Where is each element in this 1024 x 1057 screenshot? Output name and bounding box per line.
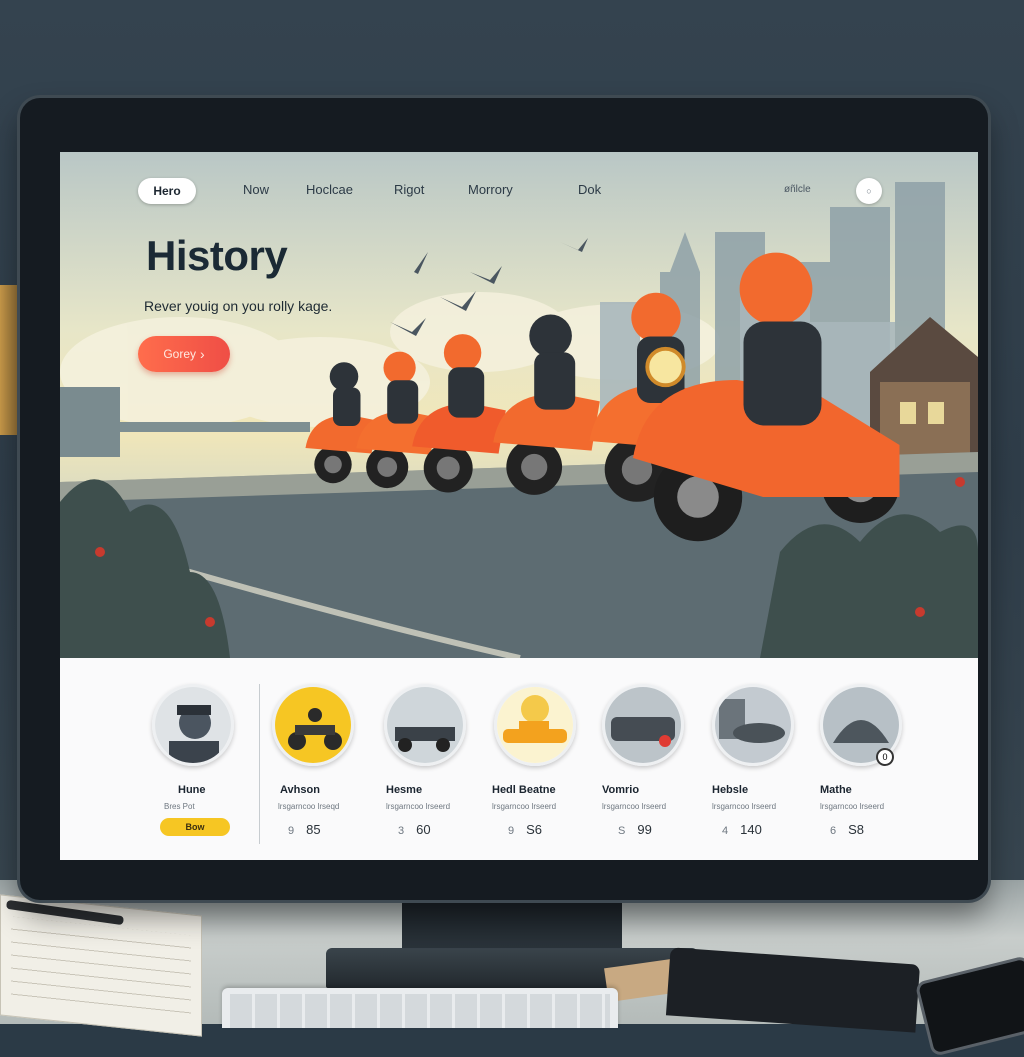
card-meta: lrsgarncoo lrseerd <box>820 802 885 811</box>
card-name: Avhson <box>280 784 320 796</box>
profile-card[interactable]: 0 Mathe lrsgarncoo lrseerd 6 S8 <box>820 658 930 860</box>
profile-cards-strip: Hune Bres Pot Bow Avhson lrsgarncoo lrse… <box>60 658 978 860</box>
website-screen: Hero Now Hoclcae Rigot Morrory Dok øñlcl… <box>60 152 978 860</box>
stat-icon: 3 <box>398 825 405 837</box>
avatar <box>494 684 576 766</box>
card-name: Hesme <box>386 784 423 796</box>
cards-divider <box>259 684 260 844</box>
card-name: Mathe <box>820 784 852 796</box>
stat-icon: 9 <box>508 825 515 837</box>
stat-icon: 6 <box>830 825 837 837</box>
stat-icon: 9 <box>288 825 295 837</box>
hero-section: Hero Now Hoclcae Rigot Morrory Dok øñlcl… <box>60 152 978 658</box>
card-name: Hune <box>178 784 206 796</box>
profile-card[interactable]: Hesme lrsgarncoo lrseerd 3 60 <box>382 658 492 860</box>
card-stat: 9 S6 <box>508 822 543 837</box>
nav-link-now[interactable]: Now <box>243 182 269 197</box>
card-stat: 9 85 <box>288 822 321 837</box>
avatar <box>152 684 234 766</box>
avatar <box>602 684 684 766</box>
profile-card[interactable]: Hedl Beatne lrsgarncoo lrseerd 9 S6 <box>492 658 602 860</box>
card-name: Hebsle <box>712 784 749 796</box>
card-name: Vomrio <box>602 784 640 796</box>
card-stat: S 99 <box>618 822 652 837</box>
hero-illustration <box>60 182 978 658</box>
hero-subtitle: Rever youig on you rolly kage. <box>144 298 333 314</box>
avatar <box>384 684 466 766</box>
nav-right-text[interactable]: øñlcle <box>784 184 811 195</box>
badge-icon: 0 <box>876 748 894 766</box>
cta-button[interactable]: Gorey › <box>138 336 230 372</box>
monitor-stand <box>402 898 622 954</box>
card-meta: Bres Pot <box>164 802 195 811</box>
nav-link-dok[interactable]: Dok <box>578 182 601 197</box>
card-meta: lrsgarncoo lrseqd <box>278 802 340 811</box>
circle-icon[interactable]: ○ <box>856 178 882 204</box>
card-name: Hedl Beatne <box>492 784 556 796</box>
hero-title: History <box>146 232 288 279</box>
card-meta: lrsgarncoo lrseerd <box>386 802 451 811</box>
card-meta: lrsgarncoo lrseerd <box>602 802 667 811</box>
profile-card[interactable]: Vomrio lrsgarncoo lrseerd S 99 <box>602 658 712 860</box>
nav-link-morrory[interactable]: Morrory <box>468 182 513 197</box>
chevron-right-icon: › <box>200 346 205 362</box>
card-stat: 6 S8 <box>830 822 865 837</box>
nav-link-hoclcae[interactable]: Hoclcae <box>306 182 353 197</box>
keyboard <box>222 988 618 1028</box>
avatar <box>272 684 354 766</box>
avatar <box>712 684 794 766</box>
cta-label: Gorey <box>163 347 196 361</box>
card-meta: lrsgarncoo lrseerd <box>492 802 557 811</box>
stat-icon: 4 <box>722 825 729 837</box>
wall-lamp <box>0 285 22 435</box>
card-meta: lrsgarncoo lrseerd <box>712 802 777 811</box>
profile-card[interactable]: Hebsle lrsgarncoo lrseerd 4 140 <box>712 658 822 860</box>
stat-icon: S <box>618 825 626 837</box>
nav-logo-pill[interactable]: Hero <box>138 178 196 204</box>
card-action-button[interactable]: Bow <box>160 818 230 836</box>
card-stat: 4 140 <box>722 822 762 837</box>
nav-link-rigot[interactable]: Rigot <box>394 182 424 197</box>
profile-card[interactable]: Avhson lrsgarncoo lrseqd 9 85 <box>272 658 382 860</box>
card-stat: 3 60 <box>398 822 431 837</box>
